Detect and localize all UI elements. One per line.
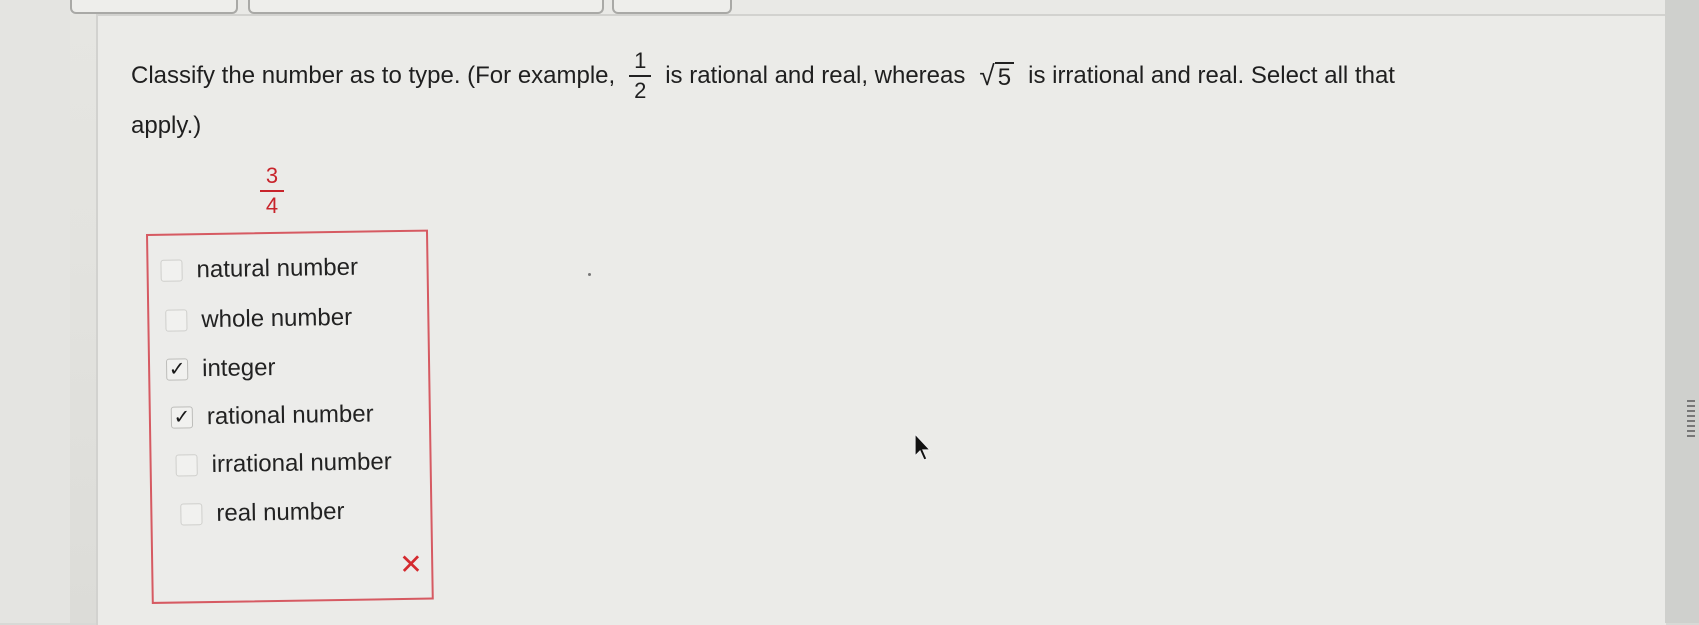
screen: Classify the number as to type. (For exa… (0, 0, 1699, 625)
irrational-number-checkbox[interactable] (175, 454, 198, 477)
rational-number-checkbox[interactable]: ✓ (170, 406, 194, 429)
option-integer[interactable]: ✓ integer (165, 351, 276, 387)
answer-box: natural number whole number ✓ integer ✓ … (146, 229, 434, 604)
target-numerator: 3 (265, 163, 279, 188)
option-natural-number[interactable]: natural number (160, 251, 358, 288)
option-label: integer (201, 353, 276, 383)
checkmark-icon: ✓ (168, 358, 186, 381)
question-suffix: is irrational and real. Select all that (1028, 62, 1395, 89)
option-real-number[interactable]: real number (180, 495, 345, 532)
option-rational-number[interactable]: ✓ rational number (170, 397, 374, 434)
radical-sign: √ (979, 60, 995, 91)
mouse-cursor-icon (914, 432, 932, 461)
example-square-root: √ 5 (979, 60, 1015, 91)
radicand: 5 (994, 62, 1015, 90)
fraction-bar (629, 75, 652, 77)
checkmark-icon: ✓ (173, 406, 191, 429)
whole-number-checkbox[interactable] (165, 309, 188, 332)
screen-speck (588, 273, 591, 276)
integer-checkbox[interactable]: ✓ (165, 358, 189, 381)
option-label: whole number (201, 303, 353, 334)
top-tab-middle[interactable] (248, 0, 604, 14)
natural-number-checkbox[interactable] (160, 259, 183, 282)
incorrect-x-icon: ✕ (398, 547, 423, 582)
example-fraction-denominator: 2 (634, 78, 647, 103)
option-label: rational number (206, 400, 374, 431)
top-tab-left[interactable] (70, 0, 238, 14)
example-fraction-numerator: 1 (634, 48, 647, 73)
option-label: irrational number (211, 448, 392, 478)
real-number-checkbox[interactable] (180, 503, 203, 526)
option-whole-number[interactable]: whole number (165, 301, 352, 338)
question-text: Classify the number as to type. (For exa… (131, 40, 1651, 146)
option-label: natural number (196, 253, 359, 284)
left-gutter (0, 0, 70, 623)
question-line-2: apply.) (131, 112, 202, 139)
target-denominator: 4 (265, 193, 279, 218)
option-irrational-number[interactable]: irrational number (175, 445, 392, 482)
window-right-edge (1665, 0, 1699, 623)
target-fraction-bar (260, 190, 284, 192)
example-fraction: 1 2 (629, 48, 652, 103)
target-number-fraction: 3 4 (260, 164, 284, 218)
question-line-1: Classify the number as to type. (For exa… (131, 40, 1651, 112)
scrollbar-grip[interactable] (1687, 400, 1695, 440)
question-prefix: Classify the number as to type. (For exa… (131, 62, 616, 89)
option-label: real number (216, 497, 345, 527)
top-tab-right[interactable] (612, 0, 732, 14)
question-middle: is rational and real, whereas (665, 62, 966, 89)
